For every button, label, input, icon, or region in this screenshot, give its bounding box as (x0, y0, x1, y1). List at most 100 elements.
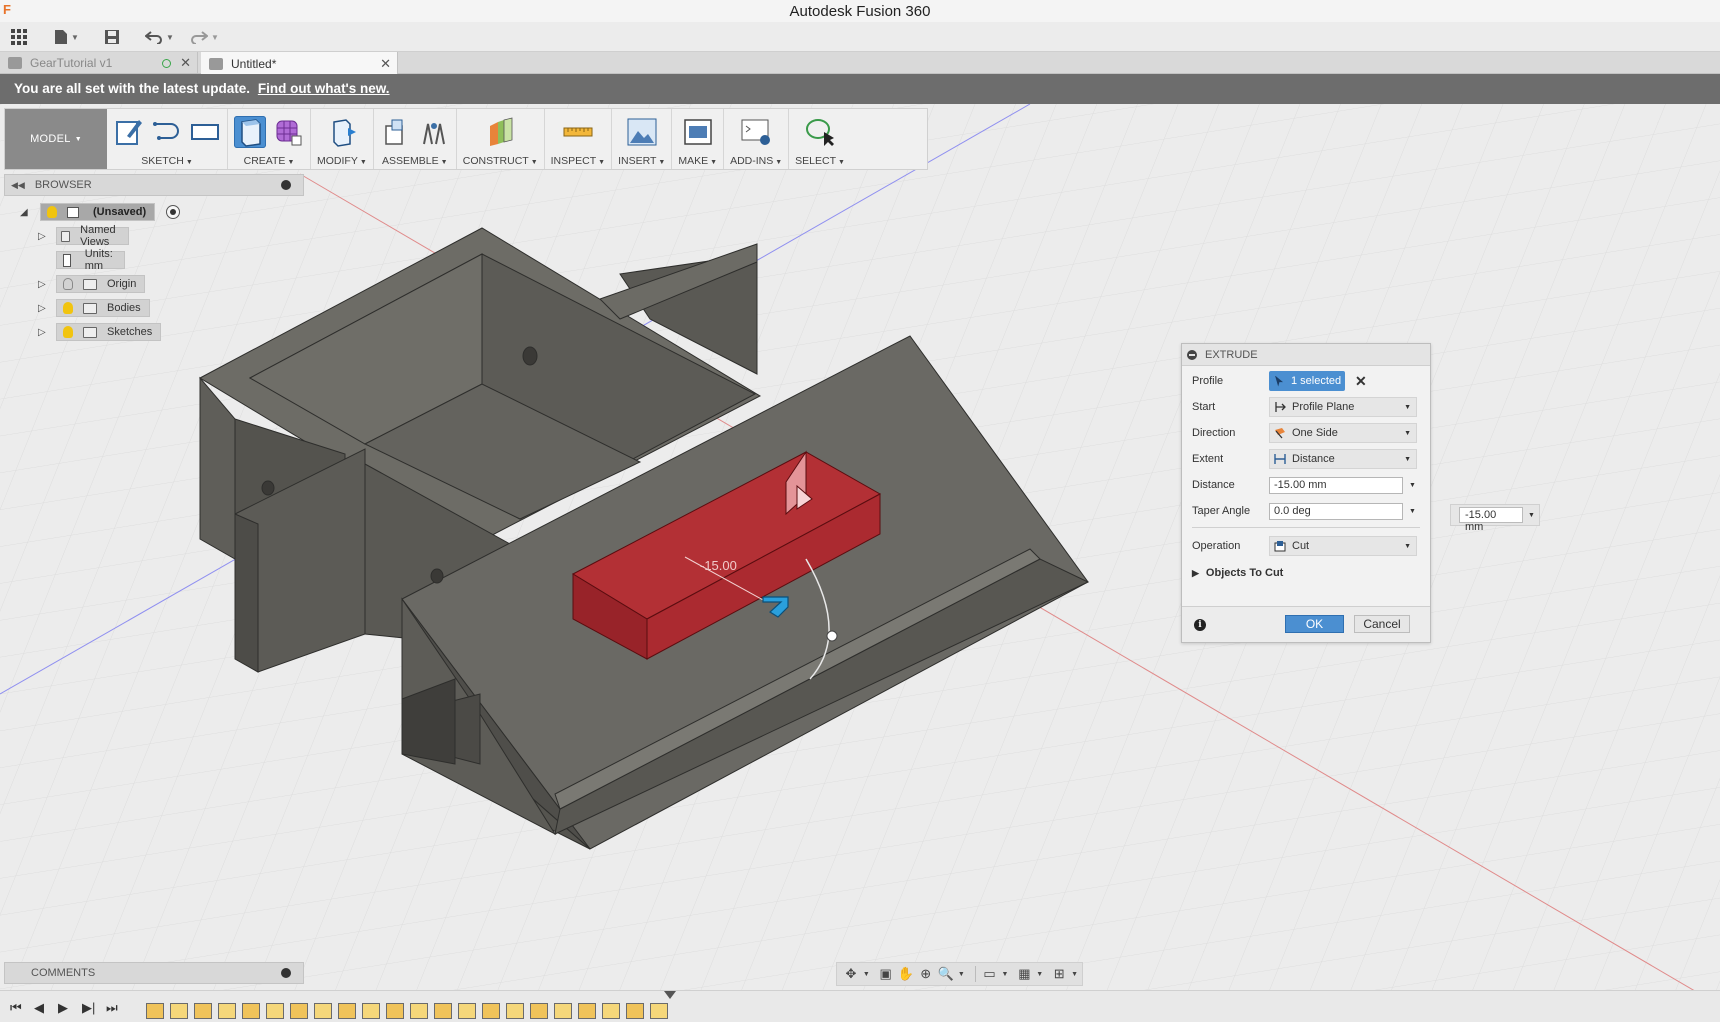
expand-right-icon[interactable]: ▶ (1192, 568, 1199, 579)
fit-icon[interactable]: 🔍 (938, 966, 954, 982)
canvas-viewport[interactable]: -15.00 (0, 104, 1720, 990)
undo-button[interactable]: ▼ (145, 26, 174, 48)
save-button[interactable] (104, 26, 120, 48)
press-pull-icon[interactable] (326, 116, 358, 148)
timeline-feature[interactable] (434, 1003, 452, 1019)
timeline-feature[interactable] (410, 1003, 428, 1019)
joint-icon[interactable] (418, 116, 450, 148)
timeline-feature[interactable] (554, 1003, 572, 1019)
timeline-feature[interactable] (602, 1003, 620, 1019)
visibility-bulb-icon[interactable] (47, 206, 57, 218)
sketches-node[interactable]: Sketches (56, 323, 162, 341)
dialog-header[interactable]: EXTRUDE (1182, 344, 1430, 366)
origin-node[interactable]: Origin (56, 275, 146, 293)
objects-to-cut-section[interactable]: ▶ Objects To Cut (1192, 567, 1283, 579)
scripts-icon[interactable] (740, 116, 772, 148)
zoom-icon[interactable]: ⊕ (918, 966, 934, 982)
chevron-down-icon[interactable]: ▼ (1528, 512, 1535, 519)
operation-select[interactable]: Cut ▼ (1269, 536, 1417, 556)
taper-angle-input[interactable]: 0.0 deg (1269, 502, 1403, 520)
timeline-feature[interactable] (650, 1003, 668, 1019)
addins-group[interactable]: ADD-INS ▼ (724, 109, 790, 169)
play-icon[interactable]: ▶ (58, 1000, 68, 1016)
expand-icon[interactable]: ▷ (38, 279, 46, 290)
start-select[interactable]: Profile Plane ▼ (1269, 397, 1417, 417)
rectangle-icon[interactable] (189, 116, 221, 148)
file-menu-button[interactable]: ▼ (54, 26, 79, 48)
inspect-group[interactable]: INSPECT ▼ (545, 109, 613, 169)
clear-selection-icon[interactable]: ✕ (1355, 373, 1367, 390)
browser-header[interactable]: ◀◀ BROWSER (4, 174, 304, 196)
timeline-feature[interactable] (482, 1003, 500, 1019)
info-icon[interactable]: i (1194, 619, 1206, 631)
form-icon[interactable] (272, 116, 304, 148)
sketch-create-icon[interactable] (113, 116, 145, 148)
workspace-switcher[interactable]: MODEL ▼ (5, 109, 107, 169)
timeline-marker[interactable] (664, 991, 676, 999)
timeline-feature[interactable] (170, 1003, 188, 1019)
visibility-bulb-icon[interactable] (63, 278, 73, 290)
collapse-icon[interactable]: ◀◀ (11, 180, 25, 191)
collapse-dialog-icon[interactable] (1187, 349, 1197, 360)
timeline-feature[interactable] (362, 1003, 380, 1019)
look-at-icon[interactable]: ▣ (878, 966, 894, 982)
canvas-distance-field[interactable]: -15.00 mm (1459, 507, 1523, 533)
timeline-feature[interactable] (314, 1003, 332, 1019)
offset-plane-icon[interactable] (484, 116, 516, 148)
timeline-feature[interactable] (506, 1003, 524, 1019)
comments-panel[interactable]: COMMENTS (4, 962, 304, 984)
assemble-group[interactable]: ASSEMBLE ▼ (374, 109, 457, 169)
timeline-feature[interactable] (242, 1003, 260, 1019)
measure-icon[interactable] (562, 116, 594, 148)
select-group[interactable]: SELECT ▼ (789, 109, 851, 169)
distance-input[interactable]: -15.00 mm (1269, 476, 1403, 494)
create-group[interactable]: CREATE ▼ (228, 109, 311, 169)
expand-icon[interactable]: ▷ (38, 327, 46, 338)
timeline-feature[interactable] (626, 1003, 644, 1019)
select-icon[interactable] (804, 116, 836, 148)
orbit-icon[interactable]: ✥ (843, 966, 859, 982)
expand-icon[interactable]: ▷ (38, 231, 46, 242)
new-component-icon[interactable] (380, 116, 412, 148)
pan-icon[interactable]: ✋ (898, 966, 914, 982)
display-settings-icon[interactable]: ▭ (982, 966, 998, 982)
distance-dropdown-icon[interactable]: ▼ (1409, 482, 1416, 489)
bodies-node[interactable]: Bodies (56, 299, 150, 317)
timeline-feature[interactable] (458, 1003, 476, 1019)
go-to-start-icon[interactable]: ⏮ (10, 1000, 22, 1016)
timeline-feature[interactable] (146, 1003, 164, 1019)
print-3d-icon[interactable] (682, 116, 714, 148)
minimize-icon[interactable] (281, 180, 291, 190)
visibility-bulb-icon[interactable] (63, 302, 73, 314)
make-group[interactable]: MAKE ▼ (672, 109, 725, 169)
root-node[interactable]: (Unsaved) (40, 203, 156, 221)
construct-group[interactable]: CONSTRUCT ▼ (457, 109, 545, 169)
visibility-bulb-icon[interactable] (63, 326, 73, 338)
timeline-feature[interactable] (266, 1003, 284, 1019)
timeline-feature[interactable] (530, 1003, 548, 1019)
add-comment-icon[interactable] (281, 968, 291, 978)
timeline-feature[interactable] (194, 1003, 212, 1019)
taper-dropdown-icon[interactable]: ▼ (1409, 508, 1416, 515)
named-views-node[interactable]: Named Views (56, 224, 130, 248)
timeline-feature[interactable] (578, 1003, 596, 1019)
timeline-feature[interactable] (218, 1003, 236, 1019)
units-node[interactable]: Units: mm (56, 248, 126, 272)
tree-root-row[interactable]: ◢ (Unsaved) (4, 202, 304, 222)
sketch-group[interactable]: SKETCH ▼ (107, 109, 228, 169)
activate-radio-icon[interactable] (166, 205, 180, 219)
profile-selection-button[interactable]: 1 selected (1269, 371, 1345, 391)
modify-group[interactable]: MODIFY ▼ (311, 109, 374, 169)
go-to-end-icon[interactable]: ⏭ (106, 1000, 118, 1016)
timeline-feature[interactable] (338, 1003, 356, 1019)
canvas-distance-input[interactable]: -15.00 mm ▼ (1450, 504, 1540, 533)
insert-group[interactable]: INSERT ▼ (612, 109, 673, 169)
line-icon[interactable] (151, 116, 183, 148)
close-icon[interactable]: ✕ (180, 55, 191, 71)
timeline-feature[interactable] (290, 1003, 308, 1019)
direction-select[interactable]: One Side ▼ (1269, 423, 1417, 443)
insert-image-icon[interactable] (626, 116, 658, 148)
expand-icon[interactable]: ▷ (38, 303, 46, 314)
redo-button[interactable]: ▼ (190, 26, 219, 48)
close-icon[interactable]: ✕ (380, 56, 391, 72)
